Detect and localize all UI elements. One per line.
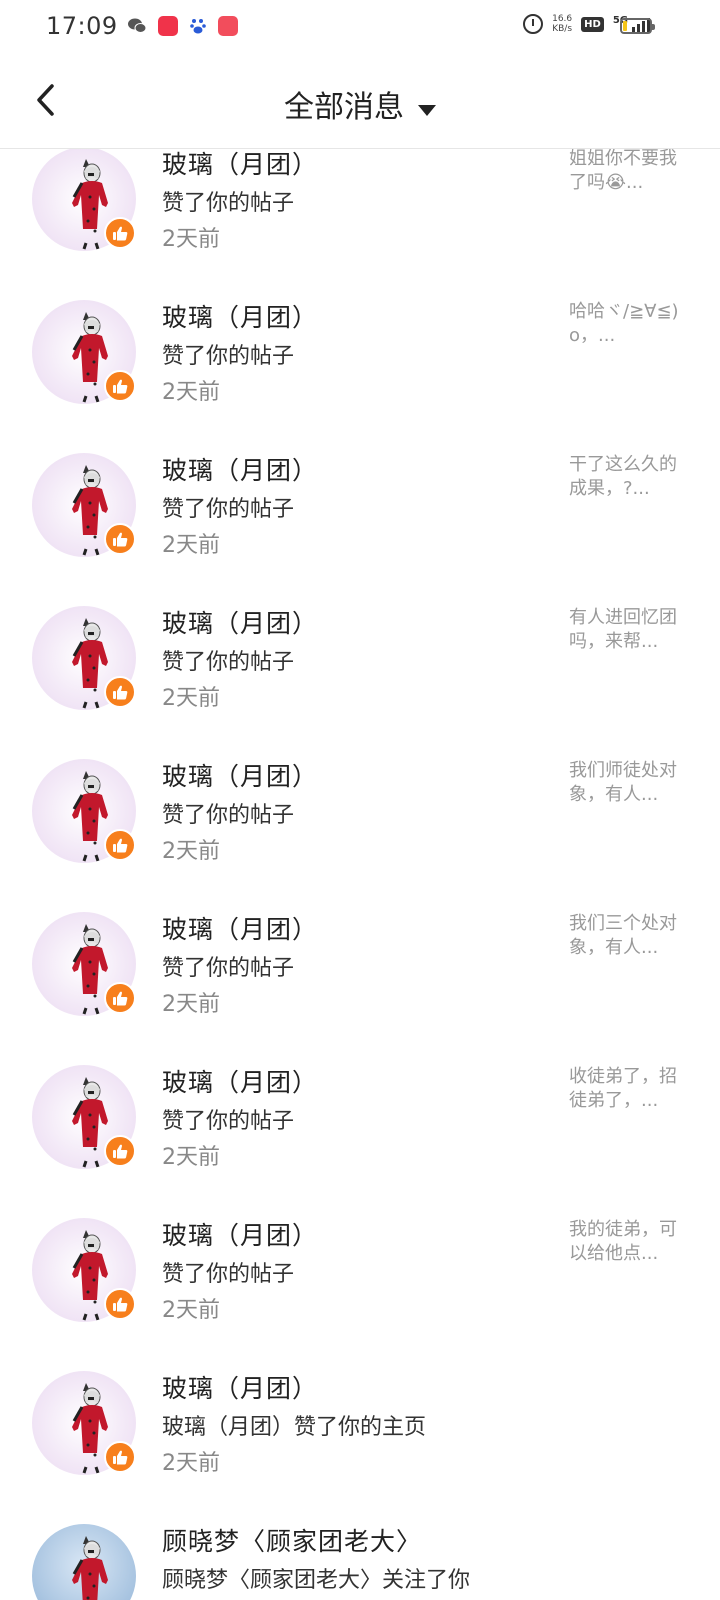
thumbs-up-icon bbox=[113, 1450, 128, 1465]
thumbs-up-icon bbox=[113, 838, 128, 853]
thumbs-up-icon bbox=[113, 1297, 128, 1312]
avatar-container[interactable] bbox=[32, 453, 136, 557]
hd-icon: HD bbox=[581, 16, 604, 32]
net-speed-unit: KB/s bbox=[552, 24, 573, 34]
thumbs-up-icon bbox=[113, 226, 128, 241]
like-badge bbox=[104, 217, 136, 249]
avatar-container[interactable] bbox=[32, 1371, 136, 1475]
like-badge bbox=[104, 1135, 136, 1167]
avatar-container[interactable] bbox=[32, 149, 136, 251]
action-text: 赞了你的帖子 bbox=[162, 650, 295, 675]
avatar-container[interactable] bbox=[32, 1065, 136, 1169]
action-text: 赞了你的帖子 bbox=[162, 803, 295, 828]
like-badge bbox=[104, 1288, 136, 1320]
notification-item[interactable]: 玻璃（月团） 赞了你的帖子 2天前 我的徒弟，可以给他点... bbox=[0, 1208, 720, 1361]
action-text: 玻璃（月团）赞了你的主页 bbox=[162, 1415, 427, 1440]
thumbs-up-icon bbox=[113, 1144, 128, 1159]
like-badge bbox=[104, 523, 136, 555]
thumbs-up-icon bbox=[113, 685, 128, 700]
notification-item[interactable]: 玻璃（月团） 赞了你的帖子 2天前 干了这么久的成果，?... bbox=[0, 443, 720, 596]
user-name[interactable]: 玻璃（月团） bbox=[162, 604, 318, 640]
timestamp: 2天前 bbox=[162, 1451, 220, 1476]
timestamp: 2天前 bbox=[162, 992, 220, 1017]
user-name[interactable]: 玻璃（月团） bbox=[162, 757, 318, 793]
user-name[interactable]: 玻璃（月团） bbox=[162, 451, 318, 487]
post-preview[interactable]: 干了这么久的成果，?... bbox=[569, 453, 679, 501]
user-name[interactable]: 玻璃（月团） bbox=[162, 910, 318, 946]
action-text: 赞了你的帖子 bbox=[162, 956, 295, 981]
post-preview[interactable]: 我的徒弟，可以给他点... bbox=[569, 1218, 679, 1266]
timestamp: 2天前 bbox=[162, 533, 220, 558]
battery-icon bbox=[620, 18, 655, 34]
post-preview[interactable]: 姐姐你不要我了吗😭... bbox=[569, 149, 679, 195]
avatar-container[interactable] bbox=[32, 1524, 136, 1600]
alarm-icon bbox=[523, 14, 544, 34]
notification-list[interactable]: 玻璃（月团） 赞了你的帖子 2天前 姐姐你不要我了吗😭... 玻璃（月团） 赞了… bbox=[0, 149, 720, 1600]
timestamp: 2天前 bbox=[162, 1145, 220, 1170]
header: 全部消息 bbox=[0, 56, 720, 149]
notification-item[interactable]: 玻璃（月团） 赞了你的帖子 2天前 我们师徒处对象，有人... bbox=[0, 749, 720, 902]
user-name[interactable]: 玻璃（月团） bbox=[162, 298, 318, 334]
action-text: 赞了你的帖子 bbox=[162, 191, 295, 216]
like-badge bbox=[104, 676, 136, 708]
post-preview[interactable]: 我们三个处对象，有人... bbox=[569, 912, 679, 960]
user-name[interactable]: 玻璃（月团） bbox=[162, 1063, 318, 1099]
app-red2-icon bbox=[218, 16, 238, 36]
notification-icons bbox=[126, 16, 238, 36]
post-preview[interactable]: 有人进回忆团吗，来帮... bbox=[569, 606, 679, 654]
title-dropdown[interactable]: 全部消息 bbox=[0, 82, 720, 126]
baidu-icon bbox=[188, 16, 208, 36]
post-preview[interactable]: 我们师徒处对象，有人... bbox=[569, 759, 679, 807]
avatar[interactable] bbox=[32, 1524, 136, 1600]
status-bar: 17:09 16.6 KB/s HD 5G bbox=[0, 0, 720, 56]
user-name[interactable]: 玻璃（月团） bbox=[162, 1216, 318, 1252]
notification-item[interactable]: 玻璃（月团） 玻璃（月团）赞了你的主页 2天前 bbox=[0, 1361, 720, 1514]
avatar-container[interactable] bbox=[32, 1218, 136, 1322]
like-badge bbox=[104, 1441, 136, 1473]
notification-item[interactable]: 玻璃（月团） 赞了你的帖子 2天前 收徒弟了，招徒弟了，... bbox=[0, 1055, 720, 1208]
user-name[interactable]: 玻璃（月团） bbox=[162, 1369, 318, 1405]
action-text: 赞了你的帖子 bbox=[162, 497, 295, 522]
battery-level bbox=[623, 21, 627, 31]
like-badge bbox=[104, 982, 136, 1014]
avatar-container[interactable] bbox=[32, 759, 136, 863]
post-preview[interactable]: 哈哈ヾ/≧∀≦)o，... bbox=[569, 300, 679, 348]
avatar-container[interactable] bbox=[32, 912, 136, 1016]
thumbs-up-icon bbox=[113, 532, 128, 547]
action-text: 顾晓梦〈顾家团老大〉关注了你 bbox=[162, 1568, 471, 1593]
timestamp: 2天前 bbox=[162, 686, 220, 711]
net-speed-value: 16.6 bbox=[552, 14, 573, 24]
notification-item[interactable]: 顾晓梦〈顾家团老大〉 顾晓梦〈顾家团老大〉关注了你 bbox=[0, 1514, 720, 1600]
thumbs-up-icon bbox=[113, 991, 128, 1006]
wechat-icon bbox=[126, 16, 148, 36]
action-text: 赞了你的帖子 bbox=[162, 344, 295, 369]
timestamp: 2天前 bbox=[162, 380, 220, 405]
avatar-figure bbox=[72, 1536, 108, 1600]
status-time: 17:09 bbox=[46, 12, 118, 40]
page-title: 全部消息 bbox=[284, 90, 404, 125]
timestamp: 2天前 bbox=[162, 839, 220, 864]
app-red-icon bbox=[158, 16, 178, 36]
notification-item[interactable]: 玻璃（月团） 赞了你的帖子 2天前 有人进回忆团吗，来帮... bbox=[0, 596, 720, 749]
net-speed: 16.6 KB/s bbox=[552, 14, 572, 34]
thumbs-up-icon bbox=[113, 379, 128, 394]
user-name[interactable]: 玻璃（月团） bbox=[162, 149, 318, 181]
timestamp: 2天前 bbox=[162, 1298, 220, 1323]
like-badge bbox=[104, 370, 136, 402]
notification-item[interactable]: 玻璃（月团） 赞了你的帖子 2天前 哈哈ヾ/≧∀≦)o，... bbox=[0, 290, 720, 443]
caret-down-icon bbox=[418, 105, 436, 116]
notification-item[interactable]: 玻璃（月团） 赞了你的帖子 2天前 姐姐你不要我了吗😭... bbox=[0, 149, 720, 290]
avatar-container[interactable] bbox=[32, 606, 136, 710]
avatar-container[interactable] bbox=[32, 300, 136, 404]
post-preview[interactable]: 收徒弟了，招徒弟了，... bbox=[569, 1065, 679, 1113]
user-name[interactable]: 顾晓梦〈顾家团老大〉 bbox=[162, 1522, 422, 1558]
action-text: 赞了你的帖子 bbox=[162, 1262, 295, 1287]
notification-item[interactable]: 玻璃（月团） 赞了你的帖子 2天前 我们三个处对象，有人... bbox=[0, 902, 720, 1055]
timestamp: 2天前 bbox=[162, 227, 220, 252]
action-text: 赞了你的帖子 bbox=[162, 1109, 295, 1134]
like-badge bbox=[104, 829, 136, 861]
